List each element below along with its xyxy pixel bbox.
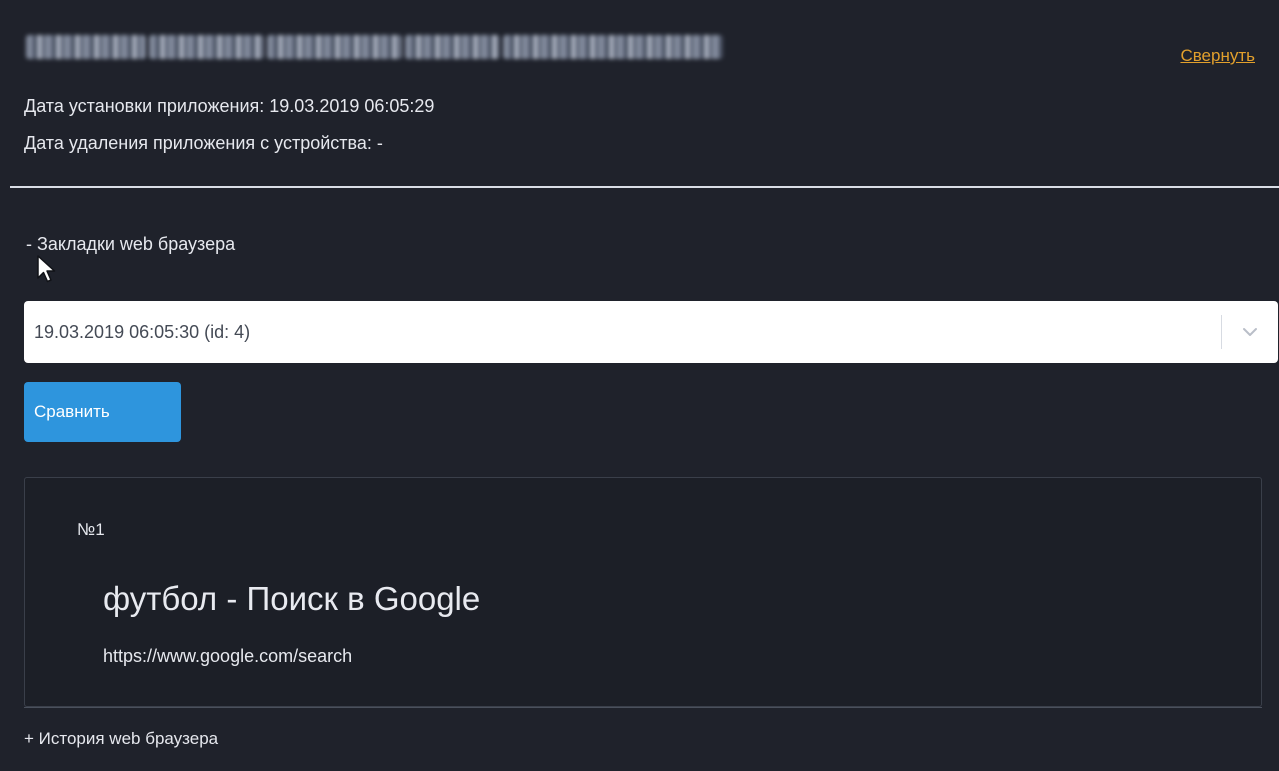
redacted-block [26, 35, 146, 59]
bookmark-title[interactable]: футбол - Поиск в Google [103, 580, 480, 618]
device-id-redacted [26, 30, 723, 64]
section-divider [10, 186, 1279, 188]
card-divider [24, 707, 1262, 708]
bookmark-number: №1 [77, 520, 105, 539]
redacted-block [149, 35, 264, 59]
bookmarks-section-toggle[interactable]: - Закладки web браузера [26, 234, 235, 255]
history-section-toggle[interactable]: + История web браузера [24, 729, 218, 749]
snapshot-select[interactable]: 19.03.2019 06:05:30 (id: 4) [24, 301, 1278, 363]
chevron-down-icon[interactable] [1222, 327, 1278, 337]
collapse-link[interactable]: Свернуть [1180, 46, 1255, 66]
redacted-block [503, 35, 723, 59]
compare-button[interactable]: Сравнить [24, 382, 181, 442]
mouse-cursor-icon [37, 255, 56, 283]
redacted-block [405, 35, 500, 59]
removal-date-text: Дата удаления приложения с устройства: - [24, 133, 383, 153]
redacted-block [267, 35, 402, 59]
bookmark-url: https://www.google.com/search [103, 646, 353, 666]
install-date-text: Дата установки приложения: 19.03.2019 06… [24, 96, 435, 116]
device-details-panel: Свернуть Дата установки приложения: 19.0… [0, 0, 1279, 771]
snapshot-select-value: 19.03.2019 06:05:30 (id: 4) [34, 321, 251, 342]
bookmark-card: №1 футбол - Поиск в Google https://www.g… [24, 477, 1262, 707]
